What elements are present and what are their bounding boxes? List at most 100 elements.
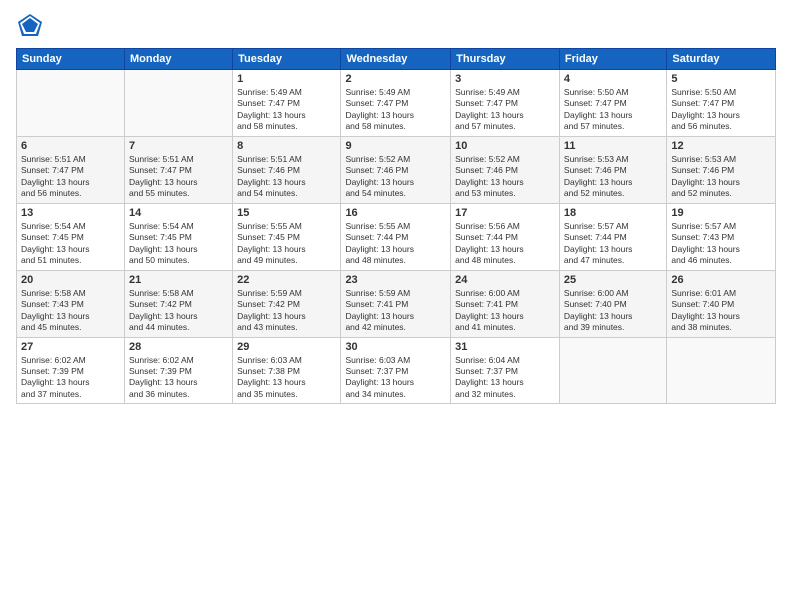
day-info: Sunrise: 5:51 AM Sunset: 7:46 PM Dayligh… [237, 154, 336, 200]
calendar-cell: 11 Sunrise: 5:53 AM Sunset: 7:46 PM Dayli… [559, 136, 666, 203]
calendar-cell [559, 337, 666, 404]
calendar-cell: 15Sunrise: 5:55 AM Sunset: 7:45 PM Dayli… [233, 203, 341, 270]
day-info: Sunrise: 5:51 AM Sunset: 7:47 PM Dayligh… [21, 154, 120, 200]
page: SundayMondayTuesdayWednesdayThursdayFrid… [0, 0, 792, 612]
weekday-sunday: Sunday [17, 49, 125, 70]
calendar-cell: 23 Sunrise: 5:59 AM Sunset: 7:41 PM Dayli… [341, 270, 451, 337]
day-info: Sunrise: 5:55 AM Sunset: 7:44 PM Dayligh… [345, 221, 446, 267]
calendar-table: SundayMondayTuesdayWednesdayThursdayFrid… [16, 48, 776, 404]
day-number: 8 [237, 140, 336, 152]
day-number: 4 [564, 73, 662, 85]
calendar-cell: 18 Sunrise: 5:57 AM Sunset: 7:44 PM Dayli… [559, 203, 666, 270]
calendar-cell [667, 337, 776, 404]
day-number: 26 [671, 274, 771, 286]
day-info: Sunrise: 5:59 AM Sunset: 7:41 PM Dayligh… [345, 288, 446, 334]
day-number: 16 [345, 207, 446, 219]
calendar-cell: 7 Sunrise: 5:51 AM Sunset: 7:47 PM Daylig… [124, 136, 232, 203]
day-number: 9 [345, 140, 446, 152]
day-info: Sunrise: 6:02 AM Sunset: 7:39 PM Dayligh… [21, 355, 120, 401]
day-info: Sunrise: 5:53 AM Sunset: 7:46 PM Dayligh… [564, 154, 662, 200]
weekday-tuesday: Tuesday [233, 49, 341, 70]
logo-icon [16, 12, 44, 40]
day-info: Sunrise: 5:51 AM Sunset: 7:47 PM Dayligh… [129, 154, 228, 200]
weekday-header-row: SundayMondayTuesdayWednesdayThursdayFrid… [17, 49, 776, 70]
calendar-cell: 25Sunrise: 6:00 AM Sunset: 7:40 PM Dayli… [559, 270, 666, 337]
calendar-cell: 2 Sunrise: 5:49 AM Sunset: 7:47 PM Daylig… [341, 70, 451, 137]
day-info: Sunrise: 5:53 AM Sunset: 7:46 PM Dayligh… [671, 154, 771, 200]
day-number: 29 [237, 341, 336, 353]
day-info: Sunrise: 5:57 AM Sunset: 7:44 PM Dayligh… [564, 221, 662, 267]
calendar-cell: 8 Sunrise: 5:51 AM Sunset: 7:46 PM Daylig… [233, 136, 341, 203]
weekday-wednesday: Wednesday [341, 49, 451, 70]
calendar-cell: 26 Sunrise: 6:01 AM Sunset: 7:40 PM Dayli… [667, 270, 776, 337]
calendar-cell: 22Sunrise: 5:59 AM Sunset: 7:42 PM Dayli… [233, 270, 341, 337]
day-info: Sunrise: 6:02 AM Sunset: 7:39 PM Dayligh… [129, 355, 228, 401]
day-number: 11 [564, 140, 662, 152]
day-info: Sunrise: 5:50 AM Sunset: 7:47 PM Dayligh… [671, 87, 771, 133]
calendar-cell: 19Sunrise: 5:57 AM Sunset: 7:43 PM Dayli… [667, 203, 776, 270]
day-info: Sunrise: 5:52 AM Sunset: 7:46 PM Dayligh… [455, 154, 555, 200]
day-number: 21 [129, 274, 228, 286]
day-number: 3 [455, 73, 555, 85]
day-info: Sunrise: 6:03 AM Sunset: 7:38 PM Dayligh… [237, 355, 336, 401]
calendar-cell: 10 Sunrise: 5:52 AM Sunset: 7:46 PM Dayli… [451, 136, 560, 203]
day-info: Sunrise: 6:03 AM Sunset: 7:37 PM Dayligh… [345, 355, 446, 401]
calendar-cell: 12 Sunrise: 5:53 AM Sunset: 7:46 PM Dayli… [667, 136, 776, 203]
calendar-cell: 13 Sunrise: 5:54 AM Sunset: 7:45 PM Dayli… [17, 203, 125, 270]
day-info: Sunrise: 5:58 AM Sunset: 7:43 PM Dayligh… [21, 288, 120, 334]
day-number: 2 [345, 73, 446, 85]
weekday-saturday: Saturday [667, 49, 776, 70]
calendar-cell: 21 Sunrise: 5:58 AM Sunset: 7:42 PM Dayli… [124, 270, 232, 337]
calendar-cell: 14Sunrise: 5:54 AM Sunset: 7:45 PM Dayli… [124, 203, 232, 270]
week-row-5: 27 Sunrise: 6:02 AM Sunset: 7:39 PM Dayli… [17, 337, 776, 404]
day-number: 31 [455, 341, 555, 353]
weekday-friday: Friday [559, 49, 666, 70]
day-info: Sunrise: 5:49 AM Sunset: 7:47 PM Dayligh… [455, 87, 555, 133]
day-info: Sunrise: 5:59 AM Sunset: 7:42 PM Dayligh… [237, 288, 336, 334]
day-number: 7 [129, 140, 228, 152]
day-number: 10 [455, 140, 555, 152]
day-info: Sunrise: 5:58 AM Sunset: 7:42 PM Dayligh… [129, 288, 228, 334]
weekday-thursday: Thursday [451, 49, 560, 70]
day-number: 17 [455, 207, 555, 219]
day-info: Sunrise: 5:49 AM Sunset: 7:47 PM Dayligh… [345, 87, 446, 133]
day-number: 28 [129, 341, 228, 353]
day-info: Sunrise: 5:56 AM Sunset: 7:44 PM Dayligh… [455, 221, 555, 267]
day-info: Sunrise: 5:52 AM Sunset: 7:46 PM Dayligh… [345, 154, 446, 200]
day-info: Sunrise: 6:01 AM Sunset: 7:40 PM Dayligh… [671, 288, 771, 334]
day-info: Sunrise: 5:49 AM Sunset: 7:47 PM Dayligh… [237, 87, 336, 133]
day-number: 20 [21, 274, 120, 286]
day-number: 27 [21, 341, 120, 353]
day-number: 5 [671, 73, 771, 85]
day-number: 1 [237, 73, 336, 85]
day-number: 12 [671, 140, 771, 152]
calendar-cell: 5 Sunrise: 5:50 AM Sunset: 7:47 PM Daylig… [667, 70, 776, 137]
calendar-cell: 29 Sunrise: 6:03 AM Sunset: 7:38 PM Dayli… [233, 337, 341, 404]
calendar-cell: 27 Sunrise: 6:02 AM Sunset: 7:39 PM Dayli… [17, 337, 125, 404]
day-number: 18 [564, 207, 662, 219]
day-number: 23 [345, 274, 446, 286]
week-row-4: 20 Sunrise: 5:58 AM Sunset: 7:43 PM Dayli… [17, 270, 776, 337]
day-number: 14 [129, 207, 228, 219]
weekday-monday: Monday [124, 49, 232, 70]
week-row-3: 13 Sunrise: 5:54 AM Sunset: 7:45 PM Dayli… [17, 203, 776, 270]
calendar-cell: 17 Sunrise: 5:56 AM Sunset: 7:44 PM Dayli… [451, 203, 560, 270]
day-info: Sunrise: 6:00 AM Sunset: 7:41 PM Dayligh… [455, 288, 555, 334]
day-info: Sunrise: 5:54 AM Sunset: 7:45 PM Dayligh… [21, 221, 120, 267]
logo [16, 12, 48, 40]
calendar-cell: 4 Sunrise: 5:50 AM Sunset: 7:47 PM Daylig… [559, 70, 666, 137]
calendar-cell: 16 Sunrise: 5:55 AM Sunset: 7:44 PM Dayli… [341, 203, 451, 270]
day-info: Sunrise: 5:55 AM Sunset: 7:45 PM Dayligh… [237, 221, 336, 267]
day-info: Sunrise: 5:50 AM Sunset: 7:47 PM Dayligh… [564, 87, 662, 133]
header [16, 12, 776, 40]
day-number: 19 [671, 207, 771, 219]
day-number: 13 [21, 207, 120, 219]
calendar-cell: 1 Sunrise: 5:49 AM Sunset: 7:47 PM Daylig… [233, 70, 341, 137]
calendar-cell: 3 Sunrise: 5:49 AM Sunset: 7:47 PM Daylig… [451, 70, 560, 137]
day-info: Sunrise: 6:00 AM Sunset: 7:40 PM Dayligh… [564, 288, 662, 334]
calendar-cell: 30 Sunrise: 6:03 AM Sunset: 7:37 PM Dayli… [341, 337, 451, 404]
day-info: Sunrise: 6:04 AM Sunset: 7:37 PM Dayligh… [455, 355, 555, 401]
day-number: 30 [345, 341, 446, 353]
calendar-cell: 24Sunrise: 6:00 AM Sunset: 7:41 PM Dayli… [451, 270, 560, 337]
week-row-2: 6Sunrise: 5:51 AM Sunset: 7:47 PM Daylig… [17, 136, 776, 203]
